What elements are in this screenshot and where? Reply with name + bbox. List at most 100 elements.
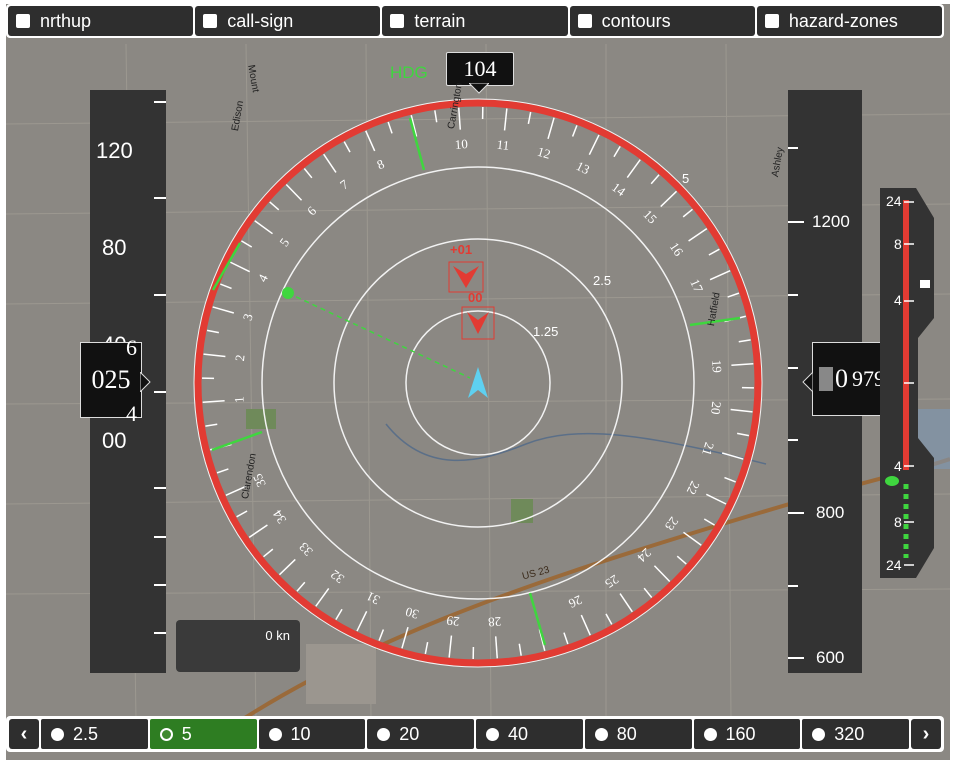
range-option-2-5[interactable]: 2.5 [41, 719, 148, 749]
compass-tick [613, 146, 621, 158]
compass-tick [229, 261, 251, 273]
compass-tick [278, 558, 296, 576]
range-label: 2.5 [73, 723, 99, 744]
ring-label-5: 5 [682, 171, 689, 186]
radio-icon[interactable] [268, 727, 282, 741]
compass-tick [387, 121, 393, 134]
range-label: 20 [399, 723, 420, 744]
toggle-contours[interactable]: contours [569, 6, 755, 36]
compass-tick [263, 548, 274, 558]
radio-icon[interactable] [159, 727, 173, 741]
compass-tick [434, 110, 438, 123]
range-label: 160 [725, 723, 756, 744]
compass-tick [527, 111, 532, 124]
range-option-80[interactable]: 80 [584, 719, 692, 749]
compass-label: 3 [240, 312, 256, 322]
range-label: 10 [290, 723, 311, 744]
airspeed-readout: 6 025 4 [80, 335, 142, 426]
compass-tick [205, 423, 218, 427]
toggle-label: terrain [414, 10, 466, 31]
compass-label: 17 [687, 277, 706, 295]
compass-tick [580, 614, 591, 636]
traffic-target-2[interactable]: 00 [461, 290, 495, 340]
ownship-icon [468, 367, 488, 398]
compass-label: 33 [296, 539, 316, 559]
range-label: 320 [834, 723, 865, 744]
toggle-terrain[interactable]: terrain [382, 6, 568, 36]
compass-label: 2 [232, 354, 248, 362]
compass-label: 21 [699, 441, 717, 458]
range-option-10[interactable]: 10 [258, 719, 366, 749]
compass-tick [727, 292, 740, 298]
radio-icon[interactable] [594, 727, 608, 741]
nrthup-checkbox[interactable] [16, 14, 30, 28]
airspeed-pointer-icon [140, 372, 151, 392]
airspeed-roll-below: 4 [126, 401, 137, 426]
compass-tick [605, 613, 613, 625]
toggle-nrthup[interactable]: nrthup [8, 6, 194, 36]
range-option-20[interactable]: 20 [367, 719, 474, 749]
range-option-320[interactable]: 320 [802, 719, 909, 749]
airspeed-tick-00: 00 [102, 428, 127, 453]
compass-tick [241, 240, 253, 248]
compass-tick [285, 183, 303, 201]
radio-icon[interactable] [377, 727, 391, 741]
vertical-speed-indicator [880, 188, 934, 578]
compass-tick [619, 593, 633, 613]
compass-tick [709, 270, 731, 281]
compass-label: 7 [337, 176, 351, 192]
heading-label: HDG [390, 63, 428, 82]
traffic-target-1[interactable]: +01 [448, 242, 484, 293]
compass-tick [563, 632, 569, 645]
range-option-5[interactable]: 5 [149, 719, 257, 749]
compass-tick [343, 141, 351, 153]
airspeed-tick-120: 120 [96, 138, 133, 163]
compass-tick [731, 362, 754, 367]
compass-tick [206, 329, 219, 334]
range-prev-button[interactable]: ‹ [9, 719, 39, 749]
compass-label: 29 [446, 613, 460, 629]
compass-label: 28 [488, 614, 502, 630]
contours-checkbox[interactable] [577, 14, 592, 28]
compass-tick [216, 468, 229, 474]
groundspeed-value: 0 kn [265, 628, 290, 643]
call-sign-checkbox[interactable] [203, 14, 218, 28]
compass-tick [203, 353, 226, 358]
radio-icon[interactable] [486, 727, 499, 741]
toggle-label: nrthup [40, 10, 92, 31]
compass-tick [254, 220, 273, 235]
vsi-tick-8-up: 8 [894, 236, 902, 252]
range-option-160[interactable]: 160 [693, 719, 801, 749]
layer-toggle-bar: nrthup call-sign terrain contours hazard… [6, 4, 944, 38]
compass-label: 35 [250, 471, 269, 489]
radio-icon[interactable] [812, 727, 826, 741]
airspeed-value: 025 [91, 365, 131, 394]
range-option-40[interactable]: 40 [476, 719, 583, 749]
range-next-button[interactable]: › [911, 719, 941, 749]
compass-tick [683, 531, 702, 546]
altitude-pointer-icon [802, 372, 813, 392]
vsi-tick-4-up: 4 [894, 292, 902, 308]
radio-icon[interactable] [703, 727, 717, 741]
compass-label: 13 [574, 158, 592, 177]
waypoint-marker [282, 287, 294, 299]
terrain-checkbox[interactable] [390, 14, 405, 28]
ring-label-2-5: 2.5 [593, 273, 611, 288]
compass-tick [503, 108, 508, 131]
compass-label: 34 [269, 507, 289, 527]
toggle-call-sign[interactable]: call-sign [195, 6, 381, 36]
compass-tick [323, 153, 337, 173]
compass-tick [296, 581, 306, 592]
radio-icon[interactable] [51, 727, 64, 741]
range-selector-bar: ‹ 2.5 5 10 20 40 80 160 320 › [6, 716, 944, 752]
toggle-label: contours [601, 10, 671, 31]
hazard-zones-checkbox[interactable] [764, 14, 779, 28]
toggle-hazard-zones[interactable]: hazard-zones [756, 6, 943, 36]
ring-label-1-25: 1.25 [533, 324, 558, 339]
groundspeed-panel: 0 kn [176, 620, 300, 672]
compass-tick [356, 610, 368, 632]
altitude-tick-800: 800 [816, 503, 845, 522]
compass-tick [365, 130, 376, 152]
vsi-tick-24-down: 24 [886, 557, 902, 573]
compass-label: 6 [304, 203, 319, 219]
